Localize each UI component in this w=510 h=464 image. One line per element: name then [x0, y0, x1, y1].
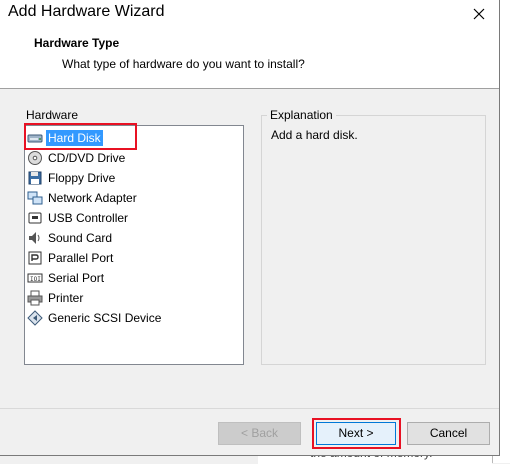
printer-icon [27, 290, 43, 306]
close-button[interactable] [467, 2, 491, 26]
next-button[interactable]: Next > [316, 422, 396, 445]
cd-dvd-icon [27, 150, 43, 166]
list-item-parallel-port[interactable]: Parallel Port [27, 248, 115, 267]
list-item-label: Floppy Drive [48, 170, 116, 185]
sound-card-icon [27, 230, 43, 246]
hardware-list[interactable]: Hard Disk CD/DVD Drive Floppy Drive Netw… [24, 125, 244, 365]
list-item-label: Serial Port [48, 270, 105, 285]
list-item-label: Printer [48, 290, 84, 305]
hard-disk-icon [27, 130, 43, 146]
wizard-header: Hardware Type What type of hardware do y… [0, 28, 499, 89]
scsi-icon [27, 309, 43, 326]
list-item-hard-disk[interactable]: Hard Disk [27, 128, 103, 147]
window-title: Add Hardware Wizard [8, 3, 165, 20]
usb-icon [27, 210, 43, 226]
close-icon [473, 8, 485, 20]
explanation-text: Add a hard disk. [271, 128, 358, 142]
list-item-label: Network Adapter [48, 190, 137, 205]
back-button[interactable]: < Back [218, 422, 301, 445]
add-hardware-wizard-dialog: Add Hardware Wizard Hardware Type What t… [0, 0, 500, 456]
network-adapter-icon [27, 190, 43, 206]
list-item-label: Generic SCSI Device [48, 310, 162, 325]
list-item-usb[interactable]: USB Controller [27, 208, 130, 227]
list-item-scsi[interactable]: Generic SCSI Device [27, 308, 163, 327]
hardware-label: Hardware [26, 108, 79, 122]
parallel-port-icon [27, 250, 43, 266]
list-item-floppy[interactable]: Floppy Drive [27, 168, 117, 187]
list-item-label: Parallel Port [48, 250, 114, 265]
list-item-serial-port[interactable]: IOI Serial Port [27, 268, 106, 287]
list-item-label: CD/DVD Drive [48, 150, 126, 165]
list-item-label: Hard Disk [46, 129, 103, 146]
title-bar[interactable]: Add Hardware Wizard [0, 0, 499, 28]
explanation-group [261, 115, 486, 365]
svg-text:IOI: IOI [30, 276, 41, 283]
list-item-network-adapter[interactable]: Network Adapter [27, 188, 139, 207]
button-separator [0, 408, 499, 409]
list-item-label: Sound Card [48, 230, 113, 245]
list-item-sound-card[interactable]: Sound Card [27, 228, 114, 247]
explanation-label: Explanation [267, 108, 336, 122]
list-item-printer[interactable]: Printer [27, 288, 85, 307]
serial-port-icon: IOI [27, 270, 43, 286]
list-item-cd-dvd[interactable]: CD/DVD Drive [27, 148, 127, 167]
page-title: Hardware Type [34, 36, 120, 50]
page-subtitle: What type of hardware do you want to ins… [62, 57, 305, 71]
cancel-button[interactable]: Cancel [407, 422, 490, 445]
floppy-icon [27, 170, 43, 186]
list-item-label: USB Controller [48, 210, 129, 225]
